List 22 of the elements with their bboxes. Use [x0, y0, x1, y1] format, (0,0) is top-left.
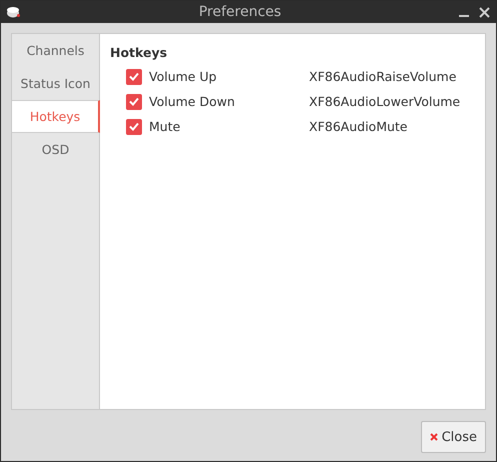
hotkey-label: Volume Down [149, 94, 236, 109]
app-icon [5, 5, 21, 19]
tab[interactable]: Hotkeys [12, 100, 100, 133]
window-title: Preferences [198, 4, 282, 20]
close-icon [430, 433, 438, 441]
checkmark-icon [129, 72, 139, 81]
section-title: Hotkeys [110, 45, 168, 60]
checkbox[interactable] [126, 94, 142, 110]
close-icon[interactable] [479, 6, 490, 18]
tab[interactable]: Status Icon [12, 67, 99, 100]
key-name: XF86AudioMute [309, 119, 408, 134]
checkmark-icon [129, 122, 139, 131]
tab[interactable]: Channels [12, 34, 99, 67]
checkbox[interactable] [126, 68, 142, 84]
checkmark-icon [129, 97, 139, 106]
hotkey-label: Volume Up [149, 69, 218, 84]
key-name: XF86AudioLowerVolume [309, 94, 460, 109]
close-button[interactable]: Close [420, 421, 486, 453]
tab[interactable]: OSD [12, 133, 99, 166]
key-name: XF86AudioRaiseVolume [309, 69, 456, 84]
hotkey-label: Mute [149, 119, 182, 134]
checkbox[interactable] [126, 118, 142, 134]
